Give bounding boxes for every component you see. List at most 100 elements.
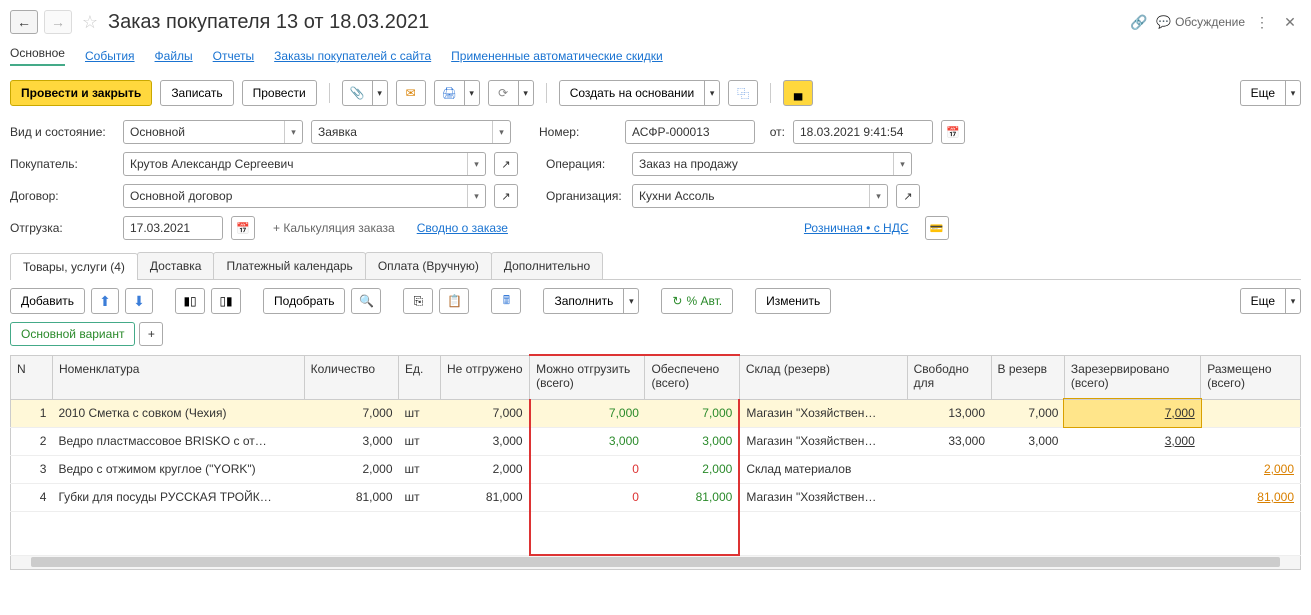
subtab-goods[interactable]: Товары, услуги (4) (10, 253, 138, 280)
from-label: от: (763, 125, 785, 139)
add-variant-button[interactable]: + (139, 322, 163, 346)
tab-reports[interactable]: Отчеты (213, 49, 254, 63)
tab-site-orders[interactable]: Заказы покупателей с сайта (274, 49, 431, 63)
tab-events[interactable]: События (85, 49, 135, 63)
open-ref-icon[interactable]: ↗ (494, 152, 518, 176)
scanner-icon[interactable]: ▯▮ (211, 288, 241, 314)
fill-dropdown[interactable]: ▾ (623, 288, 639, 314)
paste-icon[interactable]: 📋 (439, 288, 469, 314)
attach-dropdown[interactable]: ▾ (372, 80, 388, 106)
tab-main[interactable]: Основное (10, 46, 65, 66)
magnifier-icon[interactable]: 🔍 (351, 288, 381, 314)
col-placed[interactable]: Размещено (всего) (1201, 355, 1301, 399)
operation-label: Операция: (546, 157, 624, 171)
chevron-down-icon[interactable]: ▾ (869, 185, 887, 207)
move-down-button[interactable]: ⬇ (125, 288, 153, 314)
type-input[interactable]: Основной▾ (123, 120, 303, 144)
subtab-pay-calendar[interactable]: Платежный календарь (213, 252, 365, 279)
create-based-dropdown[interactable]: ▾ (704, 80, 720, 106)
table-row-empty (11, 511, 1301, 555)
subtab-extra[interactable]: Дополнительно (491, 252, 603, 279)
ship-date-input[interactable]: 17.03.2021 (123, 216, 223, 240)
mail-icon[interactable]: ✉ (396, 80, 426, 106)
col-can-ship[interactable]: Можно отгрузить (всего) (530, 355, 645, 399)
back-button[interactable]: ← (10, 10, 38, 34)
col-qty[interactable]: Количество (304, 355, 398, 399)
selected-cell[interactable]: 7,000 (1064, 399, 1200, 427)
chevron-down-icon[interactable]: ▾ (467, 153, 485, 175)
table-row[interactable]: 2 Ведро пластмассовое BRISKO с от… 3,000… (11, 427, 1301, 455)
copy-icon[interactable]: ⎘ (403, 288, 433, 314)
col-free-for[interactable]: Свободно для (907, 355, 991, 399)
favorite-star-icon[interactable]: ☆ (78, 10, 102, 34)
move-up-button[interactable]: ⬆ (91, 288, 119, 314)
number-input[interactable]: АСФР-000013 (625, 120, 755, 144)
tab-files[interactable]: Файлы (155, 49, 193, 63)
table-more-button[interactable]: Еще (1240, 288, 1285, 314)
col-unit[interactable]: Ед. (399, 355, 441, 399)
state-input[interactable]: Заявка▾ (311, 120, 511, 144)
col-reserved[interactable]: Зарезервировано (всего) (1064, 355, 1200, 399)
change-button[interactable]: Изменить (755, 288, 831, 314)
add-button[interactable]: Добавить (10, 288, 85, 314)
close-icon[interactable]: ✕ (1279, 11, 1301, 33)
contract-input[interactable]: Основной договор▾ (123, 184, 486, 208)
chevron-down-icon[interactable]: ▾ (284, 121, 302, 143)
subtab-payment[interactable]: Оплата (Вручную) (365, 252, 492, 279)
attach-icon[interactable]: 📎 (342, 80, 372, 106)
chevron-down-icon[interactable]: ▾ (893, 153, 911, 175)
chevron-down-icon[interactable]: ▾ (492, 121, 510, 143)
stamp-icon[interactable]: ▄ (783, 80, 813, 106)
chat-icon: 💬 (1156, 15, 1171, 29)
forward-button[interactable]: → (44, 10, 72, 34)
col-nomen[interactable]: Номенклатура (52, 355, 304, 399)
pick-button[interactable]: Подобрать (263, 288, 345, 314)
calendar-icon[interactable]: 📅 (941, 120, 965, 144)
horizontal-scrollbar[interactable] (10, 556, 1301, 570)
col-secured[interactable]: Обеспечено (всего) (645, 355, 739, 399)
calc-link[interactable]: + Калькуляция заказа (273, 221, 395, 235)
table-row[interactable]: 1 2010 Сметка с совком (Чехия) 7,000 шт … (11, 399, 1301, 427)
print-dropdown[interactable]: ▾ (464, 80, 480, 106)
open-ref-icon[interactable]: ↗ (896, 184, 920, 208)
refresh-dropdown[interactable]: ▾ (518, 80, 534, 106)
barcode-icon[interactable]: ▮▯ (175, 288, 205, 314)
buyer-input[interactable]: Крутов Александр Сергеевич▾ (123, 152, 486, 176)
post-button[interactable]: Провести (242, 80, 317, 106)
refresh-icon[interactable]: ⟳ (488, 80, 518, 106)
retail-vat-link[interactable]: Розничная • с НДС (804, 221, 909, 235)
summary-link[interactable]: Сводно о заказе (417, 221, 508, 235)
chevron-down-icon[interactable]: ▾ (467, 185, 485, 207)
table-row[interactable]: 4 Губки для посуды РУССКАЯ ТРОЙК… 81,000… (11, 483, 1301, 511)
calc-icon[interactable]: 🖩 (491, 288, 521, 314)
main-variant-button[interactable]: Основной вариант (10, 322, 135, 346)
post-and-close-button[interactable]: Провести и закрыть (10, 80, 152, 106)
link-icon[interactable]: 🔗 (1128, 11, 1150, 33)
col-warehouse[interactable]: Склад (резерв) (739, 355, 907, 399)
more-button[interactable]: Еще (1240, 80, 1285, 106)
card-icon[interactable]: 💳 (925, 216, 949, 240)
more-menu-icon[interactable]: ⋮ (1251, 11, 1273, 33)
date-input[interactable]: 18.03.2021 9:41:54 (793, 120, 933, 144)
tab-auto-discounts[interactable]: Примененные автоматические скидки (451, 49, 663, 63)
create-based-button[interactable]: Создать на основании (559, 80, 705, 106)
ship-label: Отгрузка: (10, 221, 115, 235)
subtab-delivery[interactable]: Доставка (137, 252, 215, 279)
print-icon[interactable]: 🖨 (434, 80, 464, 106)
table-row[interactable]: 3 Ведро с отжимом круглое ("YORK") 2,000… (11, 455, 1301, 483)
discussion-button[interactable]: 💬 Обсуждение (1156, 15, 1245, 29)
col-in-reserve[interactable]: В резерв (991, 355, 1064, 399)
operation-input[interactable]: Заказ на продажу▾ (632, 152, 912, 176)
more-dropdown[interactable]: ▾ (1285, 80, 1301, 106)
table-more-dropdown[interactable]: ▾ (1285, 288, 1301, 314)
org-input[interactable]: Кухни Ассоль▾ (632, 184, 888, 208)
fill-button[interactable]: Заполнить (543, 288, 623, 314)
auto-pct-button[interactable]: ↻% Авт. (661, 288, 733, 314)
structure-icon[interactable]: ⿻ (728, 80, 758, 106)
open-ref-icon[interactable]: ↗ (494, 184, 518, 208)
calendar-icon[interactable]: 📅 (231, 216, 255, 240)
col-not-shipped[interactable]: Не отгружено (440, 355, 529, 399)
col-n[interactable]: N (11, 355, 53, 399)
save-button[interactable]: Записать (160, 80, 233, 106)
scrollbar-thumb[interactable] (31, 557, 1280, 567)
